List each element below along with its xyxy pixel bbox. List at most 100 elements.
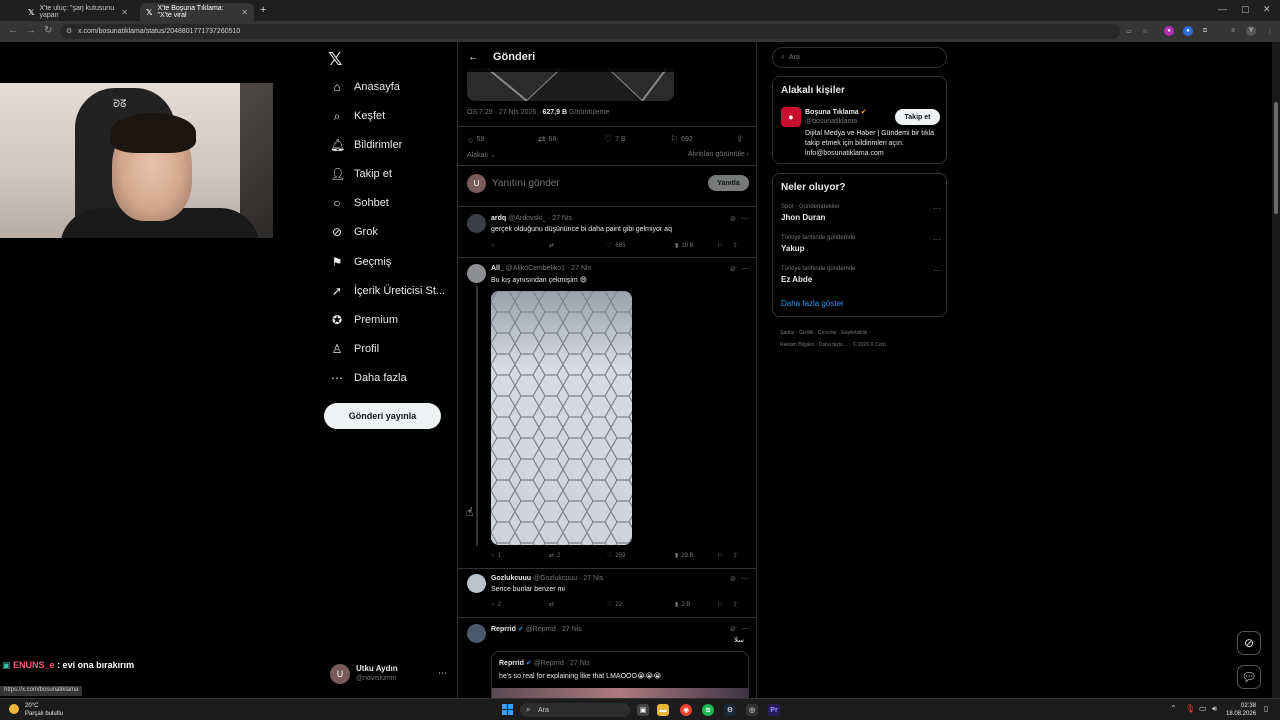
address-bar[interactable]: ⚙ x.com/bosunatiklama/status/20488017717… — [60, 24, 1120, 39]
file-explorer-icon[interactable]: ▬ — [657, 704, 669, 716]
reply-icon[interactable]: ○ — [491, 242, 549, 249]
footer-links[interactable]: Şartlar · Gizlilik · Çerezler · Erişileb… — [780, 327, 950, 339]
nav-item-notifications[interactable]: 🔔︎ Bildirimler — [330, 135, 402, 155]
site-info-icon[interactable]: ⚙ — [66, 27, 72, 35]
show-more-link[interactable]: Daha fazla göster — [781, 299, 844, 308]
share-icon[interactable]: ⇪ — [733, 242, 738, 249]
taskbar-search[interactable]: ⌕ Ara — [520, 703, 630, 717]
avatar[interactable] — [467, 264, 486, 283]
follow-button[interactable]: Takip et — [895, 109, 940, 125]
reply-photo[interactable] — [491, 291, 632, 545]
author-name[interactable]: Reprrid — [491, 626, 516, 633]
account-switcher[interactable]: U Utku Aydın @novisiumm ⋯ — [330, 662, 450, 686]
views-button[interactable]: ▮ 29 B — [675, 552, 717, 560]
more-icon[interactable]: ⋯ — [438, 668, 447, 679]
reload-icon[interactable]: ↻ — [44, 25, 52, 36]
bookmark-icon[interactable]: ⚐ — [717, 601, 733, 608]
network-icon[interactable]: ▭ — [1199, 704, 1207, 713]
bookmark-star-icon[interactable]: ☆ — [1140, 26, 1150, 36]
avatar[interactable] — [467, 214, 486, 233]
tray-chevron-icon[interactable]: ⌃ — [1170, 704, 1177, 713]
like-button[interactable]: ♡ 685 — [607, 242, 675, 250]
steam-icon[interactable]: ⚙ — [724, 704, 736, 716]
more-icon[interactable]: ⋯ — [741, 264, 749, 273]
premiere-pro-icon[interactable]: Pr — [768, 704, 780, 716]
extensions-puzzle-icon[interactable]: ⧉ — [1200, 26, 1210, 36]
avatar[interactable]: ● — [781, 107, 801, 127]
window-close-icon[interactable]: ✕ — [1263, 4, 1271, 15]
like-button[interactable]: ♡ 7 B — [604, 134, 670, 145]
grok-icon[interactable]: ⊘ — [730, 575, 736, 583]
reply-button[interactable]: ○ 59 — [468, 134, 538, 145]
author-name[interactable]: Reprrid — [499, 660, 524, 667]
extension-icon[interactable]: ● — [1183, 26, 1193, 36]
person-name[interactable]: Boşuna Tıklama ✔ — [805, 108, 867, 116]
repost-icon[interactable]: ⇄ — [549, 601, 607, 608]
more-icon[interactable]: ⋯ — [933, 235, 941, 244]
like-button[interactable]: ♡ 259 — [607, 552, 675, 560]
spotify-icon[interactable]: ≋ — [702, 704, 714, 716]
search-input[interactable]: ⌕ Ara — [772, 47, 947, 68]
trend-item[interactable]: Türkiye tarihinde gündemde Ez Abde ⋯ — [781, 266, 941, 284]
volume-icon[interactable]: 🔊︎ — [1212, 704, 1217, 714]
chrome-icon[interactable]: ◉ — [680, 704, 692, 716]
author-name[interactable]: All_ — [491, 265, 504, 272]
author-name[interactable]: Gozlukcuuu — [491, 575, 531, 582]
grok-icon[interactable]: ⊘ — [730, 215, 736, 223]
nav-item-grok[interactable]: ⊘ Grok — [330, 222, 378, 242]
share-icon[interactable]: ⇪ — [733, 601, 738, 608]
browser-tab[interactable]: 𝕏 X'te uluç: "şarj kutusunu yapan ✕ — [22, 3, 134, 21]
reply-tweet[interactable]: Gozlukcuuu @Gozlukcuuu · 27 Nis ⊘ ⋯ Senc… — [458, 572, 756, 616]
share-button[interactable]: ⇪ — [736, 134, 744, 145]
task-view-icon[interactable]: ▣ — [637, 704, 649, 716]
trend-item[interactable]: Türkiye tarihinde gündemde Yakup ⋯ — [781, 235, 941, 253]
back-icon[interactable]: ← — [8, 25, 18, 36]
browser-menu-icon[interactable]: ⋮ — [1265, 26, 1275, 36]
reply-button[interactable]: ○ 2 — [491, 601, 549, 608]
repost-button[interactable]: ⇄ 2 — [549, 552, 607, 560]
repost-icon[interactable]: ⇄ — [549, 242, 607, 249]
new-tab-button[interactable]: + — [260, 4, 266, 16]
nav-item-explore[interactable]: ⌕ Keşfet — [330, 106, 386, 126]
views-button[interactable]: ▮ 19 B — [675, 242, 717, 250]
more-icon[interactable]: ⋯ — [933, 204, 941, 213]
microphone-icon[interactable]: 🎙︎ — [1185, 704, 1195, 713]
bookmark-icon[interactable]: ⚐ — [717, 552, 733, 559]
back-arrow-icon[interactable]: ← — [468, 51, 479, 63]
view-quotes-link[interactable]: Alıntıları görüntüle › — [688, 151, 749, 158]
sidebar-icon[interactable]: ≡ — [1228, 26, 1238, 36]
repost-button[interactable]: ⇄ 66 — [538, 134, 604, 145]
views-button[interactable]: ▮ 2 B — [675, 601, 717, 609]
grok-icon[interactable]: ⊘ — [1237, 631, 1261, 655]
bookmark-button[interactable]: ⚐ 692 — [670, 134, 736, 145]
start-menu-icon[interactable] — [502, 704, 513, 715]
browser-tab-active[interactable]: 𝕏 X'te Boşuna Tıklama: "X'te viral ✕ — [140, 3, 254, 21]
nav-item-creator-studio[interactable]: ➚ İçerik Üreticisi St... — [330, 281, 445, 301]
post-button[interactable]: Gönderi yayınla — [324, 403, 441, 429]
grok-icon[interactable]: ⊘ — [730, 625, 736, 633]
quote-media[interactable] — [492, 688, 748, 698]
nav-item-chat[interactable]: ○ Sohbet — [330, 193, 389, 213]
trend-item[interactable]: Spor · Gündemdekiler Jhon Duran ⋯ — [781, 204, 941, 222]
nav-item-premium[interactable]: ✪ Premium — [330, 310, 398, 330]
more-icon[interactable]: ⋯ — [741, 624, 749, 633]
profile-avatar-icon[interactable]: Y — [1246, 26, 1256, 36]
reply-submit-button[interactable]: Yanıtla — [708, 175, 749, 191]
nav-item-profile[interactable]: ♙ Profil — [330, 339, 379, 359]
tab-close-icon[interactable]: ✕ — [241, 8, 248, 17]
taskbar-clock[interactable]: 02:38 18.08.2026 — [1226, 702, 1256, 718]
grok-icon[interactable]: ⊘ — [730, 265, 736, 273]
messages-icon[interactable]: 💬︎ — [1237, 665, 1261, 689]
more-icon[interactable]: ⋯ — [741, 574, 749, 583]
share-icon[interactable]: ⇪ — [733, 552, 738, 559]
reply-button[interactable]: ○ 1 — [491, 552, 549, 559]
like-button[interactable]: ♡ 22 — [607, 601, 675, 609]
extension-icon[interactable]: ● — [1164, 26, 1174, 36]
nav-item-home[interactable]: ⌂ Anasayfa — [330, 77, 400, 97]
minimize-icon[interactable]: — — [1218, 4, 1227, 14]
avatar[interactable] — [467, 624, 486, 643]
more-icon[interactable]: ⋯ — [741, 214, 749, 223]
install-app-icon[interactable]: ▭ — [1124, 26, 1134, 36]
tab-close-icon[interactable]: ✕ — [121, 8, 128, 17]
footer-links[interactable]: Reklam Bilgileri · Daha fazla ... · © 20… — [780, 339, 950, 351]
